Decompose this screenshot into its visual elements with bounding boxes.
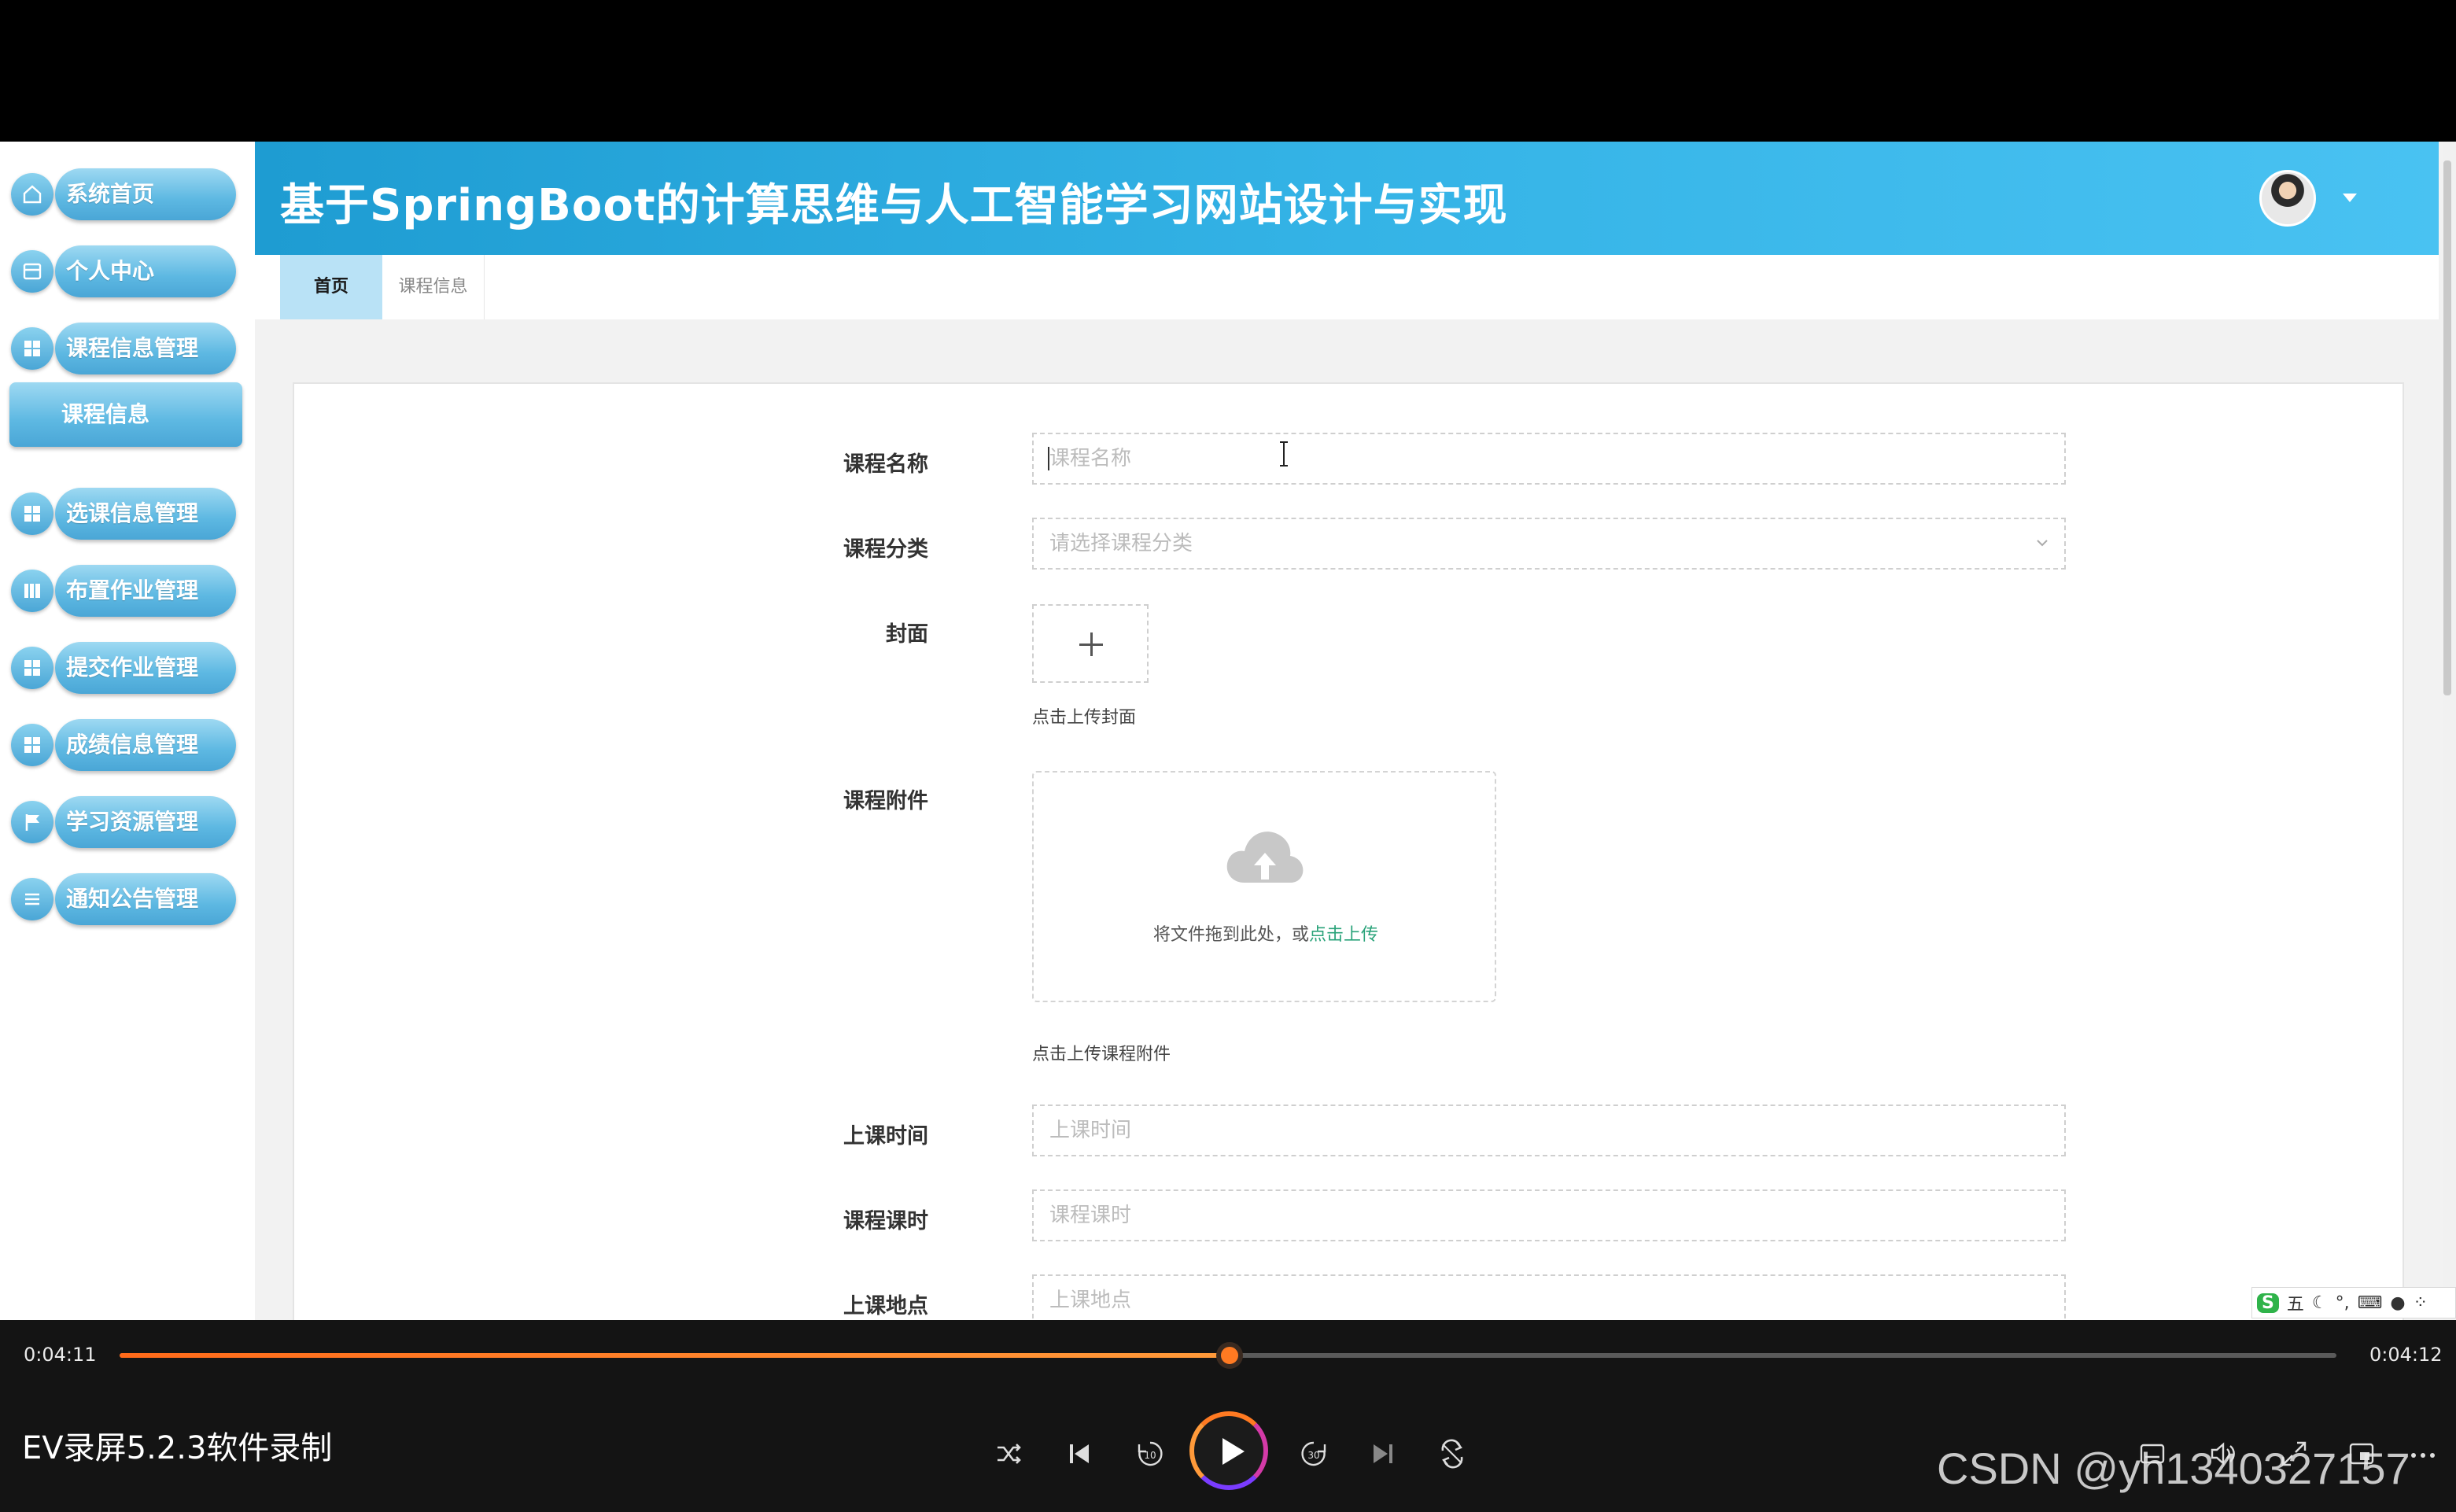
card-icon [11, 250, 53, 293]
sidebar-item-label: 布置作业管理 [55, 565, 236, 617]
sidebar-item-notice-management[interactable]: 通知公告管理 [11, 873, 236, 925]
grid-icon [11, 327, 53, 370]
home-icon [11, 173, 53, 216]
csdn-watermark: CSDN @yh1340327157 [1937, 1444, 2410, 1493]
avatar[interactable] [2259, 170, 2316, 227]
forward-30-icon[interactable]: 30 [1298, 1438, 1329, 1470]
grid-icon [11, 492, 53, 535]
class-time-label: 上课时间 [843, 1124, 928, 1149]
scrollbar-thumb[interactable] [2443, 160, 2451, 695]
sidebar-item-label: 课程信息管理 [55, 323, 236, 374]
cover-upload-button[interactable] [1032, 604, 1149, 683]
class-time-input[interactable] [1032, 1104, 2066, 1156]
ime-toolbar[interactable]: S 五 ☾ °, ⌨ ● ⁘ [2251, 1287, 2456, 1318]
sidebar-item-label: 通知公告管理 [55, 873, 236, 925]
play-button[interactable] [1189, 1411, 1268, 1490]
course-name-input[interactable] [1032, 433, 2066, 485]
course-category-select[interactable]: 请选择课程分类 [1032, 518, 2066, 570]
class-hours-input[interactable] [1032, 1189, 2066, 1241]
class-location-input[interactable] [1032, 1274, 2066, 1320]
chevron-down-icon[interactable] [2343, 194, 2357, 202]
tab-home[interactable]: 首页 [280, 255, 382, 319]
dropzone-text: 将文件拖到此处，或点击上传 [1034, 920, 1498, 946]
loop-icon[interactable] [1436, 1438, 1468, 1470]
cover-upload-hint: 点击上传封面 [1032, 708, 1137, 728]
sidebar-item-label: 系统首页 [55, 168, 236, 220]
recorder-label: EV录屏5.2.3软件录制 [22, 1430, 333, 1466]
select-placeholder: 请选择课程分类 [1049, 532, 1193, 555]
progress-knob[interactable] [1216, 1342, 1243, 1369]
svg-text:30: 30 [1307, 1450, 1319, 1461]
more-options-icon[interactable] [2407, 1438, 2439, 1470]
svg-text:10: 10 [1144, 1450, 1156, 1461]
ime-mode[interactable]: 五 [2287, 1290, 2304, 1315]
sidebar-item-label: 提交作业管理 [55, 642, 236, 694]
cover-label: 封面 [886, 622, 928, 647]
attachment-label: 课程附件 [843, 789, 928, 813]
previous-icon[interactable] [1064, 1438, 1095, 1470]
click-upload-link[interactable]: 点击上传 [1309, 925, 1378, 945]
sidebar-item-label: 个人中心 [55, 245, 236, 297]
form-card: 课程名称 课程分类 请选择课程分类 封面 点击上传封面 课程附件 将文件拖到此处… [293, 382, 2404, 1320]
chevron-down-icon [2037, 540, 2048, 547]
rewind-10-icon[interactable]: 10 [1134, 1438, 1166, 1470]
sidebar-item-resource-management[interactable]: 学习资源管理 [11, 796, 236, 848]
sidebar-item-submission-management[interactable]: 提交作业管理 [11, 642, 236, 694]
flag-icon [11, 801, 53, 843]
sidebar-item-assignment-management[interactable]: 布置作业管理 [11, 565, 236, 617]
class-location-label: 上课地点 [843, 1294, 928, 1318]
tab-bar: 首页 课程信息 [255, 255, 2439, 319]
sidebar-item-label: 学习资源管理 [55, 796, 236, 848]
grid-icon [11, 647, 53, 689]
total-time: 0:04:12 [2369, 1344, 2443, 1366]
book-icon [11, 570, 53, 612]
sidebar-item-course-management[interactable]: 课程信息管理 [11, 323, 236, 374]
text-cursor-icon [1280, 441, 1288, 467]
sidebar-item-home[interactable]: 系统首页 [11, 168, 236, 220]
list-icon [11, 878, 53, 920]
sidebar-item-label: 选课信息管理 [55, 488, 236, 540]
progress-fill [120, 1353, 1228, 1358]
sidebar: 系统首页 个人中心 课程信息管理 课程信息 选课信息管理 布置作业管理 提交作业… [0, 142, 255, 1320]
sidebar-item-personal-center[interactable]: 个人中心 [11, 245, 236, 297]
current-time: 0:04:11 [24, 1344, 97, 1366]
dropzone-instruction: 将文件拖到此处，或 [1152, 925, 1309, 945]
attachment-dropzone[interactable]: 将文件拖到此处，或点击上传 [1032, 771, 1496, 1002]
attachment-upload-hint: 点击上传课程附件 [1032, 1045, 1171, 1064]
page-title: 基于SpringBoot的计算思维与人工智能学习网站设计与实现 [280, 180, 1508, 231]
app-header: 基于SpringBoot的计算思维与人工智能学习网站设计与实现 [255, 142, 2439, 255]
vertical-scrollbar[interactable] [2443, 142, 2456, 1320]
keyboard-icon[interactable]: ⌨ [2358, 1293, 2383, 1313]
sidebar-item-grade-management[interactable]: 成绩信息管理 [11, 719, 236, 771]
punctuation-icon[interactable]: °, [2336, 1293, 2350, 1313]
course-name-label: 课程名称 [843, 452, 928, 477]
user-icon[interactable]: ● [2390, 1293, 2405, 1313]
sidebar-subitem-course-info[interactable]: 课程信息 [9, 382, 242, 447]
video-top-letterbox [0, 0, 2456, 142]
video-player-controls: 0:04:11 0:04:12 EV录屏5.2.3软件录制 10 30 CSDN… [0, 1320, 2456, 1512]
apps-icon[interactable]: ⁘ [2414, 1293, 2428, 1313]
course-category-label: 课程分类 [843, 537, 928, 562]
class-hours-label: 课程课时 [843, 1209, 928, 1234]
text-caret [1048, 447, 1049, 470]
sidebar-item-label: 成绩信息管理 [55, 719, 236, 771]
play-icon [1222, 1438, 1245, 1465]
app-window: 系统首页 个人中心 课程信息管理 课程信息 选课信息管理 布置作业管理 提交作业… [0, 142, 2456, 1320]
shuffle-icon[interactable] [993, 1438, 1024, 1470]
sidebar-item-enrollment-management[interactable]: 选课信息管理 [11, 488, 236, 540]
plus-icon-vertical [1090, 632, 1093, 656]
grid-icon [11, 724, 53, 766]
tab-course-info[interactable]: 课程信息 [382, 255, 485, 319]
ime-logo-icon: S [2257, 1293, 2279, 1313]
moon-icon[interactable]: ☾ [2312, 1293, 2328, 1313]
cloud-upload-icon [1226, 832, 1304, 883]
next-icon[interactable] [1367, 1438, 1399, 1470]
